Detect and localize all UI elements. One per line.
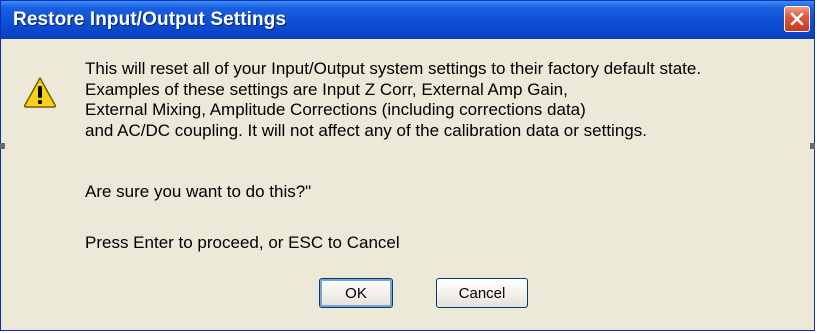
message-line: External Mixing, Amplitude Corrections (… [85, 100, 586, 119]
message-line: Examples of these settings are Input Z C… [85, 79, 568, 99]
cancel-button[interactable]: Cancel [436, 278, 528, 308]
message-line: This will reset all of your Input/Output… [85, 59, 702, 78]
ok-button[interactable]: OK [319, 278, 393, 308]
dialog-message: This will reset all of your Input/Output… [85, 59, 810, 141]
close-icon [790, 12, 804, 26]
left-edge-marker [0, 143, 5, 149]
message-line: and AC/DC coupling. It will not affect a… [85, 120, 647, 140]
dialog-title: Restore Input/Output Settings [13, 9, 287, 30]
close-button[interactable] [784, 6, 810, 32]
title-bar[interactable]: Restore Input/Output Settings [1, 1, 814, 39]
restore-settings-dialog: Restore Input/Output Settings This will … [0, 0, 815, 331]
warning-icon [23, 76, 57, 108]
confirmation-question: Are sure you want to do this?" [85, 182, 312, 201]
right-edge-marker [810, 143, 815, 149]
keyboard-hint: Press Enter to proceed, or ESC to Cancel [85, 233, 400, 252]
